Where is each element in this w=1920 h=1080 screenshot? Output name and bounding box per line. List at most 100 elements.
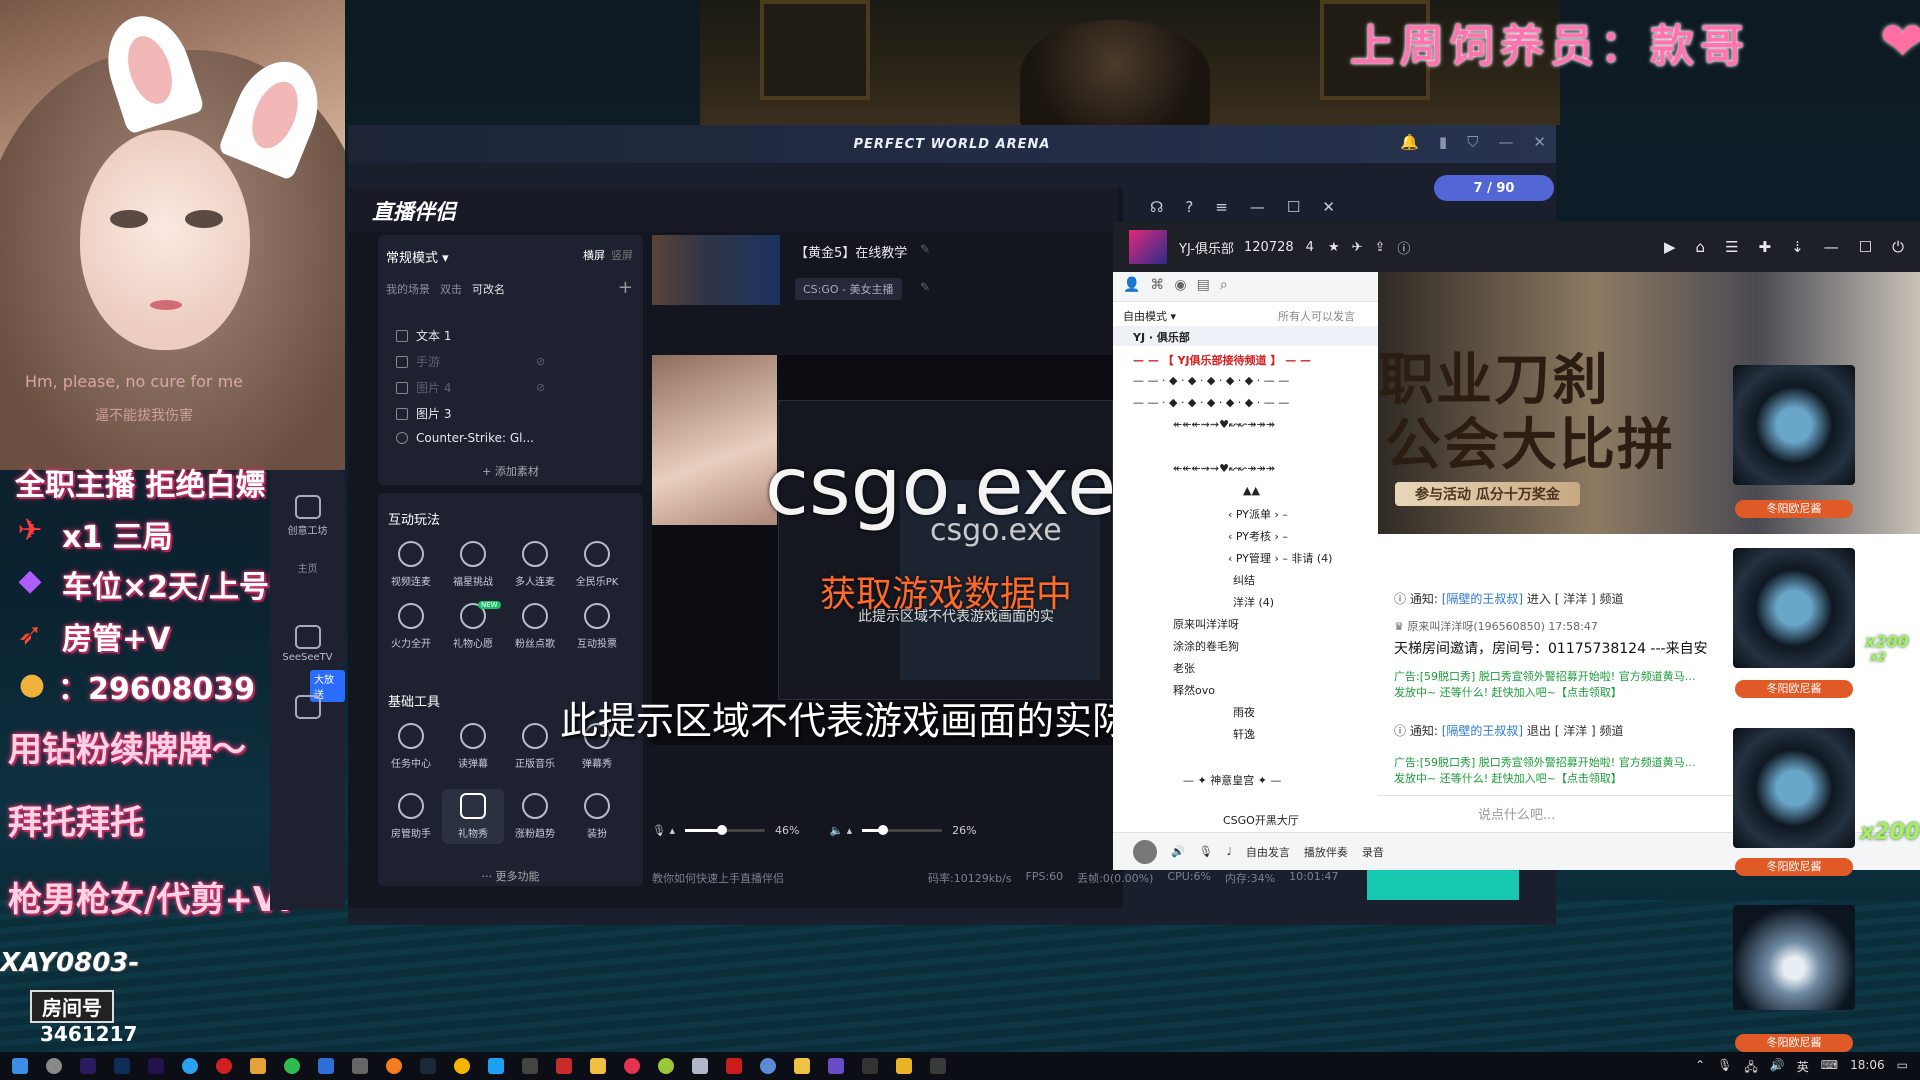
channel-item[interactable]: — ✦ 神意皇宫 ✦ — <box>1183 772 1281 788</box>
channel-item[interactable]: 轩逸 <box>1233 726 1255 742</box>
user-item[interactable]: 原来叫洋洋呀 <box>1173 616 1239 632</box>
tool-pk[interactable]: 全民乐PK <box>566 541 628 588</box>
banner-cta[interactable]: 参与活动 瓜分十万奖金 <box>1395 482 1580 506</box>
tab-rename[interactable]: 可改名 <box>472 283 505 296</box>
maximize-icon[interactable]: ☐ <box>1859 238 1872 256</box>
channel-item[interactable]: ‹ PY派单 › – <box>1228 506 1288 522</box>
add-source-button[interactable]: + 添加素材 <box>378 463 643 479</box>
speaker-icon[interactable]: 🔈 ▴ <box>829 824 852 837</box>
add-scene-button[interactable]: + <box>618 277 633 298</box>
star-icon[interactable]: ★ <box>1328 240 1340 255</box>
folder-icon[interactable] <box>794 1058 810 1074</box>
photoshop-icon[interactable] <box>114 1058 130 1074</box>
app-icon[interactable] <box>760 1058 776 1074</box>
tool-song-request[interactable]: 粉丝点歌 <box>504 603 566 650</box>
tool-task-center[interactable]: 任务中心 <box>380 723 442 770</box>
speak-mode-dropdown[interactable]: 自由模式 ▾ <box>1123 308 1176 324</box>
info-icon[interactable]: ⓘ <box>1397 238 1410 257</box>
shield-icon[interactable]: ⛉ <box>1467 133 1478 151</box>
tool-decorate[interactable]: 装扮 <box>566 793 628 840</box>
channel-item[interactable]: 纠结 <box>1233 572 1255 588</box>
chat-message[interactable]: 发放中~ 还等什么! 赶快加入吧~【点击领取】 <box>1394 684 1739 700</box>
tool-firepower[interactable]: 火力全开 <box>380 603 442 650</box>
aftereffects-icon[interactable] <box>148 1058 164 1074</box>
channel-item[interactable]: — — 【 YJ俱乐部接待频道 】 — — <box>1133 352 1311 368</box>
channel-item[interactable]: 雨夜 <box>1233 704 1255 720</box>
video-icon[interactable]: ▶ <box>1664 238 1676 256</box>
tool-room-admin[interactable]: 房管助手 <box>380 793 442 840</box>
channel-item[interactable]: ▲▲ <box>1243 484 1260 497</box>
tool-read-danmaku[interactable]: 读弹幕 <box>442 723 504 770</box>
gamepad-icon[interactable]: ✚ <box>1759 238 1772 256</box>
app-icon[interactable] <box>862 1058 878 1074</box>
stream-thumbnail[interactable] <box>652 235 780 305</box>
edit-icon[interactable]: ✎ <box>920 242 930 256</box>
hidden-eye-icon[interactable]: ⊘ <box>536 381 545 394</box>
notification-icon[interactable]: ▭ <box>1897 1058 1908 1079</box>
channel-item[interactable]: 洋洋 (4) <box>1233 594 1274 610</box>
qq-icon[interactable] <box>182 1058 198 1074</box>
search-icon[interactable] <box>46 1058 62 1074</box>
close-icon[interactable]: ✕ <box>1533 133 1546 151</box>
orientation-toggle[interactable]: 横屏 竖屏 <box>583 247 633 263</box>
channel-item[interactable]: ‹ PY管理 › – 非请 (4) <box>1228 550 1332 566</box>
sidebar-item-seesee[interactable]: SeeSeeTV <box>270 625 345 663</box>
home-icon[interactable]: ⌂ <box>1696 238 1706 256</box>
source-item[interactable]: 图片 3 <box>396 405 451 422</box>
sidebar-item-workshop[interactable]: 创意工坊 <box>270 495 345 537</box>
download-icon[interactable]: ⇣ <box>1791 238 1804 256</box>
sidebar-item-home[interactable]: 主页 <box>270 560 345 575</box>
app-icon[interactable] <box>726 1058 742 1074</box>
steam-icon[interactable] <box>420 1058 436 1074</box>
app-icon[interactable] <box>318 1058 334 1074</box>
channel-item[interactable]: — — · ◆ · ◆ · ◆ · ◆ · ◆ · — — <box>1133 396 1289 409</box>
minimize-icon[interactable]: — <box>1250 198 1265 216</box>
firefox-icon[interactable] <box>386 1058 402 1074</box>
streaming-app-icon[interactable] <box>590 1058 606 1074</box>
channel-item[interactable]: CSGO开黑大厅 <box>1223 812 1299 828</box>
user-item[interactable]: 涂涂的卷毛狗 <box>1173 638 1239 654</box>
app-icon[interactable] <box>896 1058 912 1074</box>
mic-slider[interactable] <box>684 824 765 835</box>
source-item[interactable]: 图片 4 ⊘ <box>396 379 545 396</box>
pwa-level-badge[interactable]: 7 / 90 <box>1434 175 1554 201</box>
tab-my-scene[interactable]: 我的场景 <box>386 283 430 296</box>
channel-item[interactable]: ↞↞↞⇝⇝♥↜↜↠↠↠ <box>1173 462 1275 475</box>
app-icon[interactable] <box>692 1058 708 1074</box>
tray-mic-icon[interactable]: 🎙 <box>1717 1058 1732 1079</box>
speaker-icon[interactable]: 🔊 <box>1171 845 1185 858</box>
channel-root[interactable]: YJ · 俱乐部 <box>1133 329 1190 345</box>
app-icon[interactable] <box>216 1058 232 1074</box>
clock[interactable]: 18:06 <box>1850 1058 1885 1079</box>
source-item[interactable]: 文本 1 <box>396 327 451 344</box>
app-icon[interactable] <box>488 1058 504 1074</box>
channel-item[interactable]: ↞↞↞⇝⇝♥↜↜↠↠↠ <box>1173 418 1275 431</box>
start-icon[interactable] <box>12 1058 28 1074</box>
source-item[interactable]: 手游 ⊘ <box>396 353 545 370</box>
volume-icon[interactable]: 🔊 <box>1770 1058 1785 1079</box>
source-item[interactable]: Counter-Strike: Gl... <box>396 431 534 445</box>
free-speak-button[interactable]: 自由发言 <box>1246 844 1290 860</box>
chrome-icon[interactable] <box>454 1058 470 1074</box>
stream-category[interactable]: CS:GO - 美女主播 <box>795 278 902 300</box>
maximize-icon[interactable]: ☐ <box>1287 198 1300 216</box>
netease-icon[interactable] <box>624 1058 640 1074</box>
equalizer-icon[interactable]: ♩ <box>1227 845 1232 858</box>
user-item[interactable]: 老张 <box>1173 660 1195 676</box>
tab-double-click[interactable]: 双击 <box>440 283 462 296</box>
app-icon[interactable] <box>828 1058 844 1074</box>
tool-music[interactable]: 正版音乐 <box>504 723 566 770</box>
channel-avatar[interactable] <box>1129 230 1167 264</box>
headset-icon[interactable]: ☊ <box>1150 198 1163 216</box>
user-item[interactable]: 释然ovo <box>1173 682 1215 698</box>
plane-icon[interactable]: ✈ <box>1352 240 1363 255</box>
power-icon[interactable]: ⏻ <box>1892 238 1904 256</box>
signal-icon[interactable]: ▮ <box>1439 133 1447 151</box>
wechat-icon[interactable] <box>284 1058 300 1074</box>
minimize-icon[interactable]: — <box>1498 133 1513 151</box>
tool-lucky-challenge[interactable]: 福星挑战 <box>442 541 504 588</box>
user-icon[interactable]: 👤⌘◉▤⌕ <box>1123 277 1238 293</box>
minimize-icon[interactable]: — <box>1824 238 1839 256</box>
tool-gift-wish[interactable]: NEW 礼物心愿 <box>442 601 504 650</box>
music-button[interactable]: 播放伴奏 <box>1304 844 1348 860</box>
